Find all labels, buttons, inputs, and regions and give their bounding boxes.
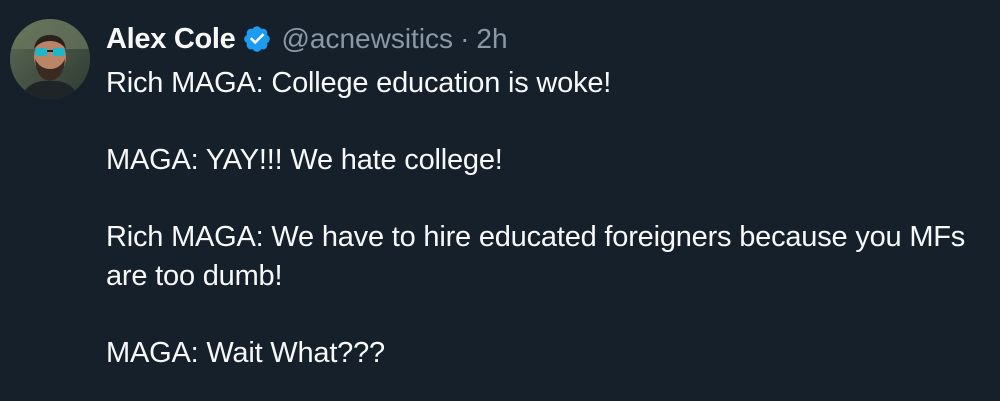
author-name[interactable]: Alex Cole <box>106 23 236 56</box>
tweet-text: Rich MAGA: College education is woke! MA… <box>106 64 996 372</box>
avatar[interactable] <box>10 19 90 99</box>
tweet-paragraph: Rich MAGA: We have to hire educated fore… <box>106 221 966 292</box>
tweet-paragraph: Rich MAGA: College education is woke! <box>106 67 612 99</box>
author-handle[interactable]: @acnewsitics <box>281 23 453 55</box>
verified-badge-icon <box>242 24 272 54</box>
tweet-card: Alex Cole @acnewsitics · 2h Rich MAGA: C… <box>0 0 1000 401</box>
separator-dot: · <box>460 23 470 54</box>
tweet-paragraph: MAGA: YAY!!! We hate college! <box>106 144 503 176</box>
tweet-header: Alex Cole @acnewsitics · 2h <box>106 18 508 60</box>
tweet-paragraph: MAGA: Wait What??? <box>106 336 385 369</box>
timestamp[interactable]: 2h <box>476 23 507 55</box>
avatar-image <box>10 19 90 99</box>
